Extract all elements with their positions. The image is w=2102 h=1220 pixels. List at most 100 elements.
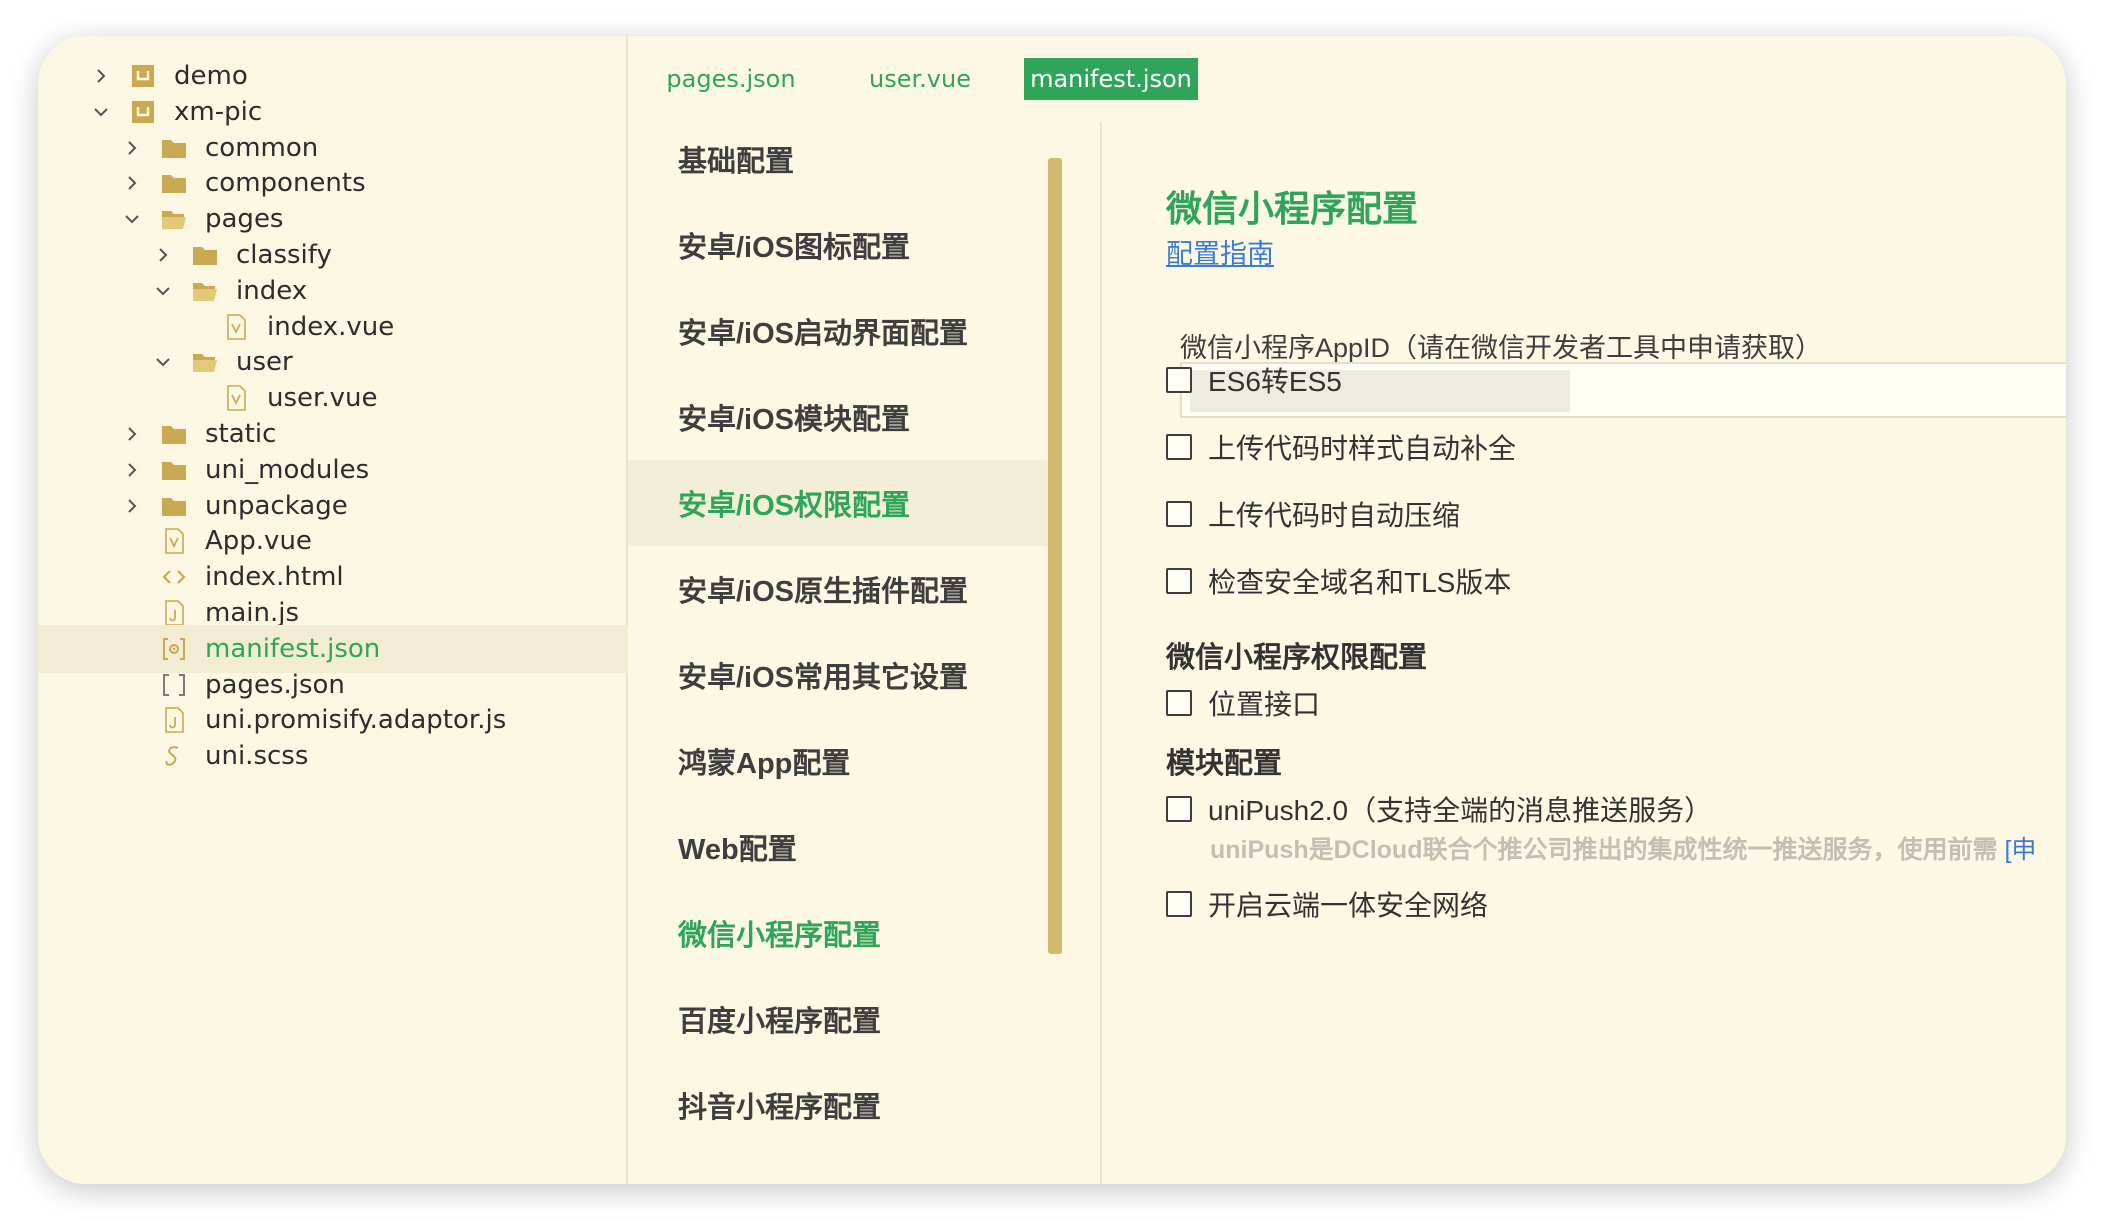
folder-open-icon [190, 347, 220, 377]
option-label: 上传代码时自动压缩 [1208, 500, 1461, 531]
tree-item-label: xm-pic [174, 96, 263, 127]
tree-item-label: index.html [205, 562, 344, 593]
nav-item-basic[interactable]: 基础配置 [628, 116, 1048, 202]
js-file-icon [159, 705, 189, 735]
option-label: 上传代码时样式自动补全 [1208, 433, 1517, 464]
tree-item-label: components [205, 168, 366, 199]
module-section-title: 模块配置 [1166, 748, 1283, 780]
folder-open-icon [159, 204, 189, 234]
config-guide-link[interactable]: 配置指南 [1166, 232, 1274, 271]
chevron-right-icon[interactable] [119, 421, 145, 447]
tree-item-label: App.vue [205, 526, 312, 557]
tree-item-label: index [236, 275, 308, 306]
scss-file-icon [159, 741, 189, 771]
tree-item-label: classify [236, 240, 332, 270]
tree-item-label: static [205, 419, 277, 449]
tree-item-label: demo [174, 61, 248, 91]
tree-item-label: index.vue [267, 311, 395, 342]
manifest-file-icon [159, 634, 189, 664]
option-label: 检查安全域名和TLS版本 [1208, 567, 1512, 598]
option-label: 位置接口 [1208, 689, 1321, 720]
tree-item-label: main.js [205, 598, 299, 628]
nav-item-wechat-mp[interactable]: 微信小程序配置 [628, 890, 1048, 976]
option-unipush[interactable]: uniPush2.0（支持全端的消息推送服务） [1166, 789, 1712, 829]
nav-item-modules[interactable]: 安卓/iOS模块配置 [628, 374, 1048, 460]
tab-user-vue[interactable]: user.vue [858, 58, 982, 100]
settings-nav: 基础配置 安卓/iOS图标配置 安卓/iOS启动界面配置 安卓/iOS模块配置 … [628, 122, 1092, 1184]
tree-item-label: pages.json [205, 669, 345, 700]
checkbox[interactable] [1166, 891, 1192, 917]
folder-icon [159, 455, 189, 485]
settings-content: 微信小程序配置 配置指南 微信小程序AppID（请在微信开发者工具中申请获取） … [1102, 122, 2066, 1184]
option-check-domain-tls[interactable]: 检查安全域名和TLS版本 [1166, 561, 1511, 601]
chevron-right-icon[interactable] [119, 135, 145, 161]
tab-manifest-json[interactable]: manifest.json [1024, 58, 1198, 100]
checkbox[interactable] [1166, 434, 1192, 460]
nav-item-douyin-mp[interactable]: 抖音小程序配置 [628, 1062, 1048, 1148]
tree-item-label: pages [205, 204, 284, 235]
folder-open-icon [190, 276, 220, 306]
tab-pages-json[interactable]: pages.json [656, 58, 806, 100]
option-cloud-security[interactable]: 开启云端一体安全网络 [1166, 884, 1488, 924]
nav-item-permissions[interactable]: 安卓/iOS权限配置 [628, 460, 1048, 546]
chevron-down-icon[interactable] [150, 278, 176, 304]
nav-item-harmony[interactable]: 鸿蒙App配置 [628, 718, 1048, 804]
folder-icon [190, 240, 220, 270]
nav-item-baidu-mp[interactable]: 百度小程序配置 [628, 976, 1048, 1062]
option-style-autoprefix[interactable]: 上传代码时样式自动补全 [1166, 427, 1516, 467]
tab-bar: pages.json user.vue manifest.json [628, 36, 2066, 116]
nav-item-app-icon[interactable]: 安卓/iOS图标配置 [628, 202, 1048, 288]
option-label: uniPush2.0（支持全端的消息推送服务） [1208, 795, 1713, 826]
nav-scrollbar[interactable] [1048, 158, 1062, 954]
checkbox[interactable] [1166, 501, 1192, 527]
app-window: demo xm-pic common components pages classify i… [38, 36, 2066, 1184]
option-es6-to-es5[interactable]: ES6转ES5 [1166, 360, 1342, 400]
chevron-right-icon[interactable] [119, 493, 145, 519]
js-file-icon [159, 598, 189, 628]
option-label: ES6转ES5 [1208, 366, 1342, 397]
tree-item-label: unpackage [205, 490, 348, 521]
project-icon [128, 97, 158, 127]
folder-icon [159, 168, 189, 198]
chevron-right-icon[interactable] [119, 457, 145, 483]
permission-section-title: 微信小程序权限配置 [1166, 642, 1428, 674]
editor-area: pages.json user.vue manifest.json 基础配置 安… [628, 36, 2066, 1184]
vue-file-icon [221, 312, 251, 342]
tree-item-label: user [236, 347, 293, 378]
tree-item-label: uni_modules [205, 454, 370, 485]
option-location-api[interactable]: 位置接口 [1166, 683, 1320, 723]
tree-item-label: uni.scss [205, 741, 309, 772]
nav-item-splash[interactable]: 安卓/iOS启动界面配置 [628, 288, 1048, 374]
folder-icon [159, 419, 189, 449]
checkbox[interactable] [1166, 367, 1192, 393]
html-file-icon [159, 562, 189, 592]
project-icon [128, 61, 158, 91]
checkbox[interactable] [1166, 690, 1192, 716]
chevron-right-icon[interactable] [119, 170, 145, 196]
chevron-down-icon[interactable] [150, 349, 176, 375]
checkbox[interactable] [1166, 796, 1192, 822]
json-file-icon [159, 670, 189, 700]
vue-file-icon [159, 526, 189, 556]
folder-icon [159, 133, 189, 163]
chevron-down-icon[interactable] [119, 206, 145, 232]
hint-apply-link[interactable]: [申 [2004, 836, 2036, 864]
option-auto-minify[interactable]: 上传代码时自动压缩 [1166, 494, 1460, 534]
checkbox[interactable] [1166, 568, 1192, 594]
section-title: 微信小程序配置 [1166, 188, 1419, 229]
tree-item-label: uni.promisify.adaptor.js [205, 705, 507, 736]
project-explorer: demo xm-pic common components pages classify i… [38, 36, 628, 1184]
nav-item-web[interactable]: Web配置 [628, 804, 1048, 890]
tree-item-label: common [205, 132, 319, 163]
unipush-hint: uniPush是DCloud联合个推公司推出的集成性统一推送服务，使用前需 [申 [1210, 830, 2036, 866]
folder-icon [159, 491, 189, 521]
chevron-right-icon[interactable] [150, 242, 176, 268]
option-label: 开启云端一体安全网络 [1208, 890, 1489, 921]
tree-item[interactable]: uni.scss [38, 732, 628, 780]
nav-item-native-plugins[interactable]: 安卓/iOS原生插件配置 [628, 546, 1048, 632]
chevron-down-icon[interactable] [88, 99, 114, 125]
nav-item-other-settings[interactable]: 安卓/iOS常用其它设置 [628, 632, 1048, 718]
tree-item-label: user.vue [267, 383, 378, 414]
chevron-right-icon[interactable] [88, 63, 114, 89]
vue-file-icon [221, 383, 251, 413]
